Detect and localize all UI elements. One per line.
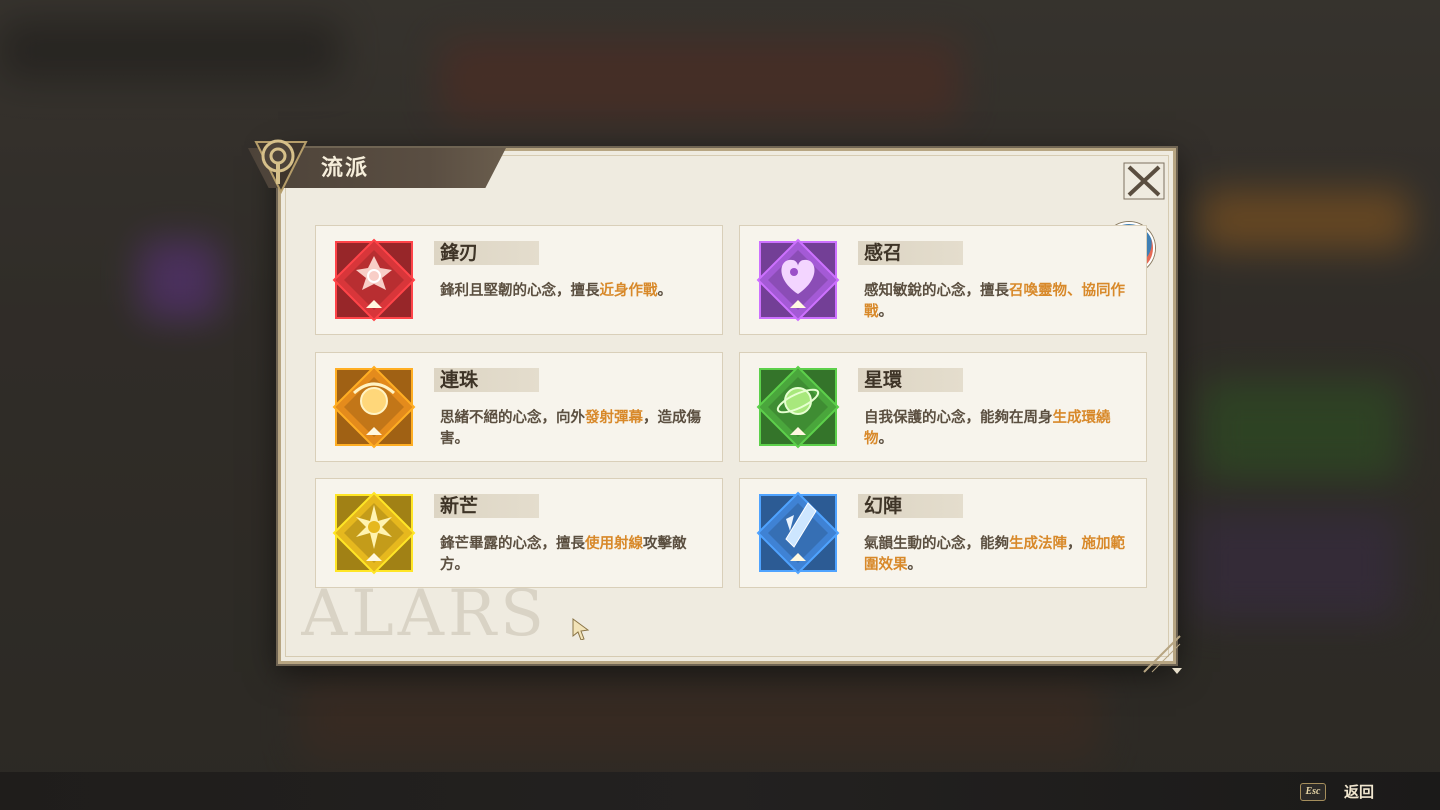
description-text: 氣韻生動的心念，能夠 xyxy=(864,535,1009,552)
school-card[interactable]: 幻陣氣韻生動的心念，能夠生成法陣，施加範圍效果。 xyxy=(739,478,1147,588)
mouse-cursor-icon xyxy=(572,618,590,640)
orb-barrage-icon xyxy=(332,365,416,449)
description-highlight: 近身作戰 xyxy=(599,282,658,299)
corner-ornament-icon xyxy=(1143,635,1182,674)
description-text: 。 xyxy=(657,282,673,299)
crystal-array-icon xyxy=(756,491,840,575)
description-text: 鋒利且堅韌的心念，擅長 xyxy=(440,282,600,299)
description-text: 自我保護的心念，能夠在周身 xyxy=(864,409,1053,426)
school-card[interactable]: 連珠思緒不絕的心念，向外發射彈幕，造成傷害。 xyxy=(315,352,723,462)
panel-watermark-decoration: ALARS xyxy=(301,583,548,643)
description-text: 。 xyxy=(907,556,923,573)
panel-title: 流派 xyxy=(321,155,370,181)
blade-crest-icon xyxy=(332,238,416,322)
card-title: 星環 xyxy=(864,369,903,391)
card-description: 自我保護的心念，能夠在周身生成環繞物。 xyxy=(864,407,1134,449)
description-highlight: 生成法陣 xyxy=(1009,535,1067,552)
card-title: 鋒刃 xyxy=(440,242,479,264)
card-description: 鋒芒畢露的心念，擅長使用射線攻擊敵方。 xyxy=(440,533,710,575)
card-description: 感知敏銳的心念，擅長召喚靈物、協同作戰。 xyxy=(864,280,1134,322)
description-text: 。 xyxy=(878,303,894,320)
svg-text:ALARS: ALARS xyxy=(301,583,548,643)
card-title: 新芒 xyxy=(440,495,479,517)
card-title: 幻陣 xyxy=(864,495,903,517)
bottom-bar: Esc 返回 xyxy=(0,772,1440,810)
esc-key-hint: Esc xyxy=(1300,783,1326,801)
description-highlight: 使用射線 xyxy=(585,535,643,552)
planet-ring-icon xyxy=(756,365,840,449)
card-description: 思緒不絕的心念，向外發射彈幕，造成傷害。 xyxy=(440,407,710,449)
card-title: 連珠 xyxy=(440,369,479,391)
description-text: 。 xyxy=(878,430,894,447)
card-description: 氣韻生動的心念，能夠生成法陣，施加範圍效果。 xyxy=(864,533,1134,575)
description-text: ， xyxy=(1067,535,1082,552)
school-card[interactable]: 星環自我保護的心念，能夠在周身生成環繞物。 xyxy=(739,352,1147,462)
card-description: 鋒利且堅韌的心念，擅長近身作戰。 xyxy=(440,280,710,301)
school-emblem-icon xyxy=(254,139,308,194)
school-card[interactable]: 鋒刃鋒利且堅韌的心念，擅長近身作戰。 xyxy=(315,225,723,335)
close-button[interactable] xyxy=(1123,162,1165,200)
description-text: 思緒不絕的心念，向外 xyxy=(440,409,585,426)
school-card[interactable]: 感召感知敏銳的心念，擅長召喚靈物、協同作戰。 xyxy=(739,225,1147,335)
summon-heart-icon xyxy=(756,238,840,322)
description-text: 鋒芒畢露的心念，擅長 xyxy=(440,535,585,552)
card-title: 感召 xyxy=(864,242,903,264)
school-card[interactable]: 新芒鋒芒畢露的心念，擅長使用射線攻擊敵方。 xyxy=(315,478,723,588)
description-text: 感知敏銳的心念，擅長 xyxy=(864,282,1009,299)
description-highlight: 發射彈幕 xyxy=(585,409,643,426)
radiant-sun-icon xyxy=(332,491,416,575)
back-button[interactable]: 返回 xyxy=(1344,781,1374,802)
